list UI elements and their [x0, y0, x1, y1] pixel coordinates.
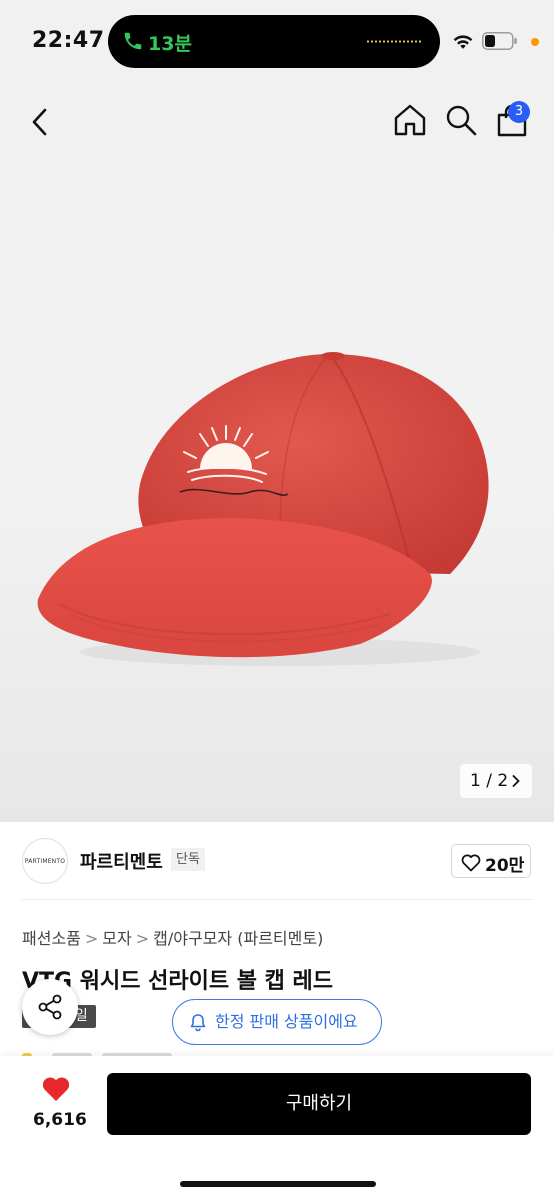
brand-name[interactable]: 파르티멘토 [80, 848, 163, 874]
wifi-icon [453, 35, 473, 49]
product-gallery[interactable]: 3 1 / 2 [0, 84, 554, 822]
red-cap-image [37, 352, 489, 666]
brand-logo[interactable]: PARTIMENTO [22, 838, 68, 884]
favorite-count: 6,616 [33, 1110, 87, 1130]
exclusive-badge: 단독 [171, 848, 205, 871]
breadcrumb-item[interactable]: 패션소품 [22, 929, 81, 948]
chevron-left-icon[interactable] [26, 104, 54, 140]
breadcrumb: 패션소품 > 모자 > 캡/야구모자 (파르티멘토) [22, 925, 323, 949]
brand-like-button[interactable]: 20만 [451, 844, 531, 878]
bell-icon [190, 1014, 206, 1032]
heart-outline-icon [461, 854, 481, 872]
home-indicator [180, 1181, 376, 1187]
gallery-pager[interactable]: 1 / 2 [460, 764, 532, 798]
status-time: 22:47 [32, 28, 105, 53]
share-icon [38, 994, 62, 1020]
buy-button[interactable]: 구매하기 [107, 1073, 531, 1135]
audio-waveform [366, 40, 422, 43]
brand-row: PARTIMENTO 파르티멘토 단독 20만 [0, 822, 554, 902]
breadcrumb-separator: > [84, 929, 99, 948]
dynamic-island[interactable]: 13분 [108, 15, 440, 68]
breadcrumb-item[interactable]: 모자 [102, 929, 131, 948]
breadcrumb-separator: > [135, 929, 150, 948]
divider [22, 899, 532, 900]
share-button[interactable] [22, 979, 78, 1035]
heart-filled-icon[interactable] [41, 1076, 71, 1102]
breadcrumb-item[interactable]: 캡/야구모자 (파르티멘토) [153, 929, 323, 948]
privacy-indicator [531, 38, 539, 46]
limited-sale-text: 한정 판매 상품이에요 [215, 1012, 358, 1031]
brand-like-count: 20만 [485, 856, 525, 876]
phone-icon [124, 32, 142, 50]
page-indicator: 1 / 2 [470, 771, 509, 791]
cart-count-badge[interactable]: 3 [508, 101, 530, 123]
search-icon[interactable] [444, 102, 478, 138]
status-bar: 22:47 13분 [0, 0, 554, 84]
chevron-right-icon [512, 775, 520, 787]
home-icon[interactable] [392, 102, 428, 138]
call-duration: 13분 [148, 33, 192, 55]
bottom-action-bar: 6,616 구매하기 [0, 1056, 554, 1200]
limited-sale-notice[interactable]: 한정 판매 상품이에요 [172, 999, 382, 1045]
battery-icon [482, 32, 517, 50]
